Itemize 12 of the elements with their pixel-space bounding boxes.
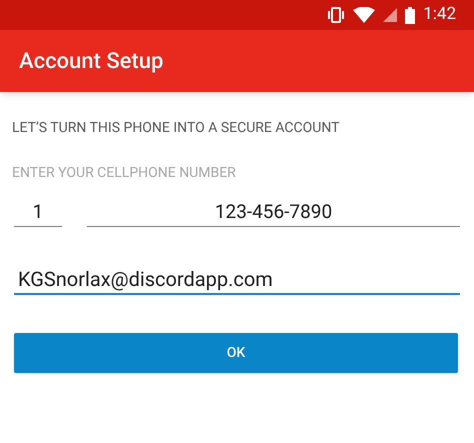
ok-button[interactable]: OK <box>14 333 458 373</box>
app-title: Account Setup <box>19 48 164 76</box>
email-field[interactable]: KGSnorlax@discordapp.com <box>14 265 460 295</box>
status-time: 1:42 <box>423 3 456 26</box>
country-code-field[interactable]: 1 <box>14 197 62 227</box>
phone-label: ENTER YOUR CELLPHONE NUMBER <box>12 164 237 183</box>
wifi-icon <box>353 7 376 23</box>
signal-icon <box>383 8 398 22</box>
phone-number-field[interactable]: 123-456-7890 <box>87 197 460 227</box>
vibrate-icon <box>327 7 346 23</box>
intro-text: LET’S TURN THIS PHONE INTO A SECURE ACCOUNT <box>12 119 340 138</box>
battery-icon <box>405 6 416 24</box>
